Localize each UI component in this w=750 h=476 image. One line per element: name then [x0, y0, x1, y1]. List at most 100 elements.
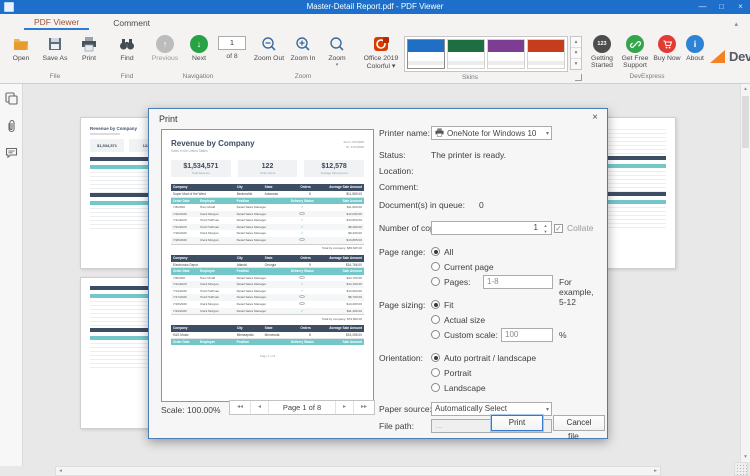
- ribbon-tab-row: PDF Viewer Comment ▴: [0, 14, 750, 30]
- printer-mini-icon: [435, 128, 444, 141]
- preview-detail-row: 7/11/2020Todd HoffmanRetail Sales Manage…: [171, 217, 364, 224]
- page-sizing-label: Page sizing:: [379, 300, 425, 310]
- preview-detail-row: 7/8/2020Harv MuddRetail Sales Manager$14…: [171, 275, 364, 282]
- attachments-icon[interactable]: [5, 119, 17, 135]
- print-button-ribbon[interactable]: Print: [72, 33, 106, 63]
- scroll-left-icon[interactable]: ◂: [56, 467, 65, 475]
- previous-page-icon[interactable]: ◂: [251, 401, 269, 414]
- group-label-skins: Skins: [356, 72, 584, 84]
- vertical-scrollbar[interactable]: ▴ ▾: [740, 84, 750, 462]
- comments-icon[interactable]: [5, 147, 18, 161]
- portrait-radio[interactable]: [431, 368, 440, 377]
- open-folder-icon: [11, 34, 31, 54]
- copies-input[interactable]: 1 ▲▼: [431, 221, 552, 235]
- file-path-browse-icon[interactable]: …: [435, 421, 443, 430]
- printer-name-label: Printer name:: [379, 128, 430, 138]
- last-page-icon[interactable]: ▸▸: [353, 401, 374, 414]
- save-as-button[interactable]: Save As: [38, 33, 72, 63]
- vertical-scroll-thumb[interactable]: [742, 96, 749, 148]
- zoom-dropdown-button[interactable]: Zoom ▾: [320, 33, 354, 70]
- next-button[interactable]: ↓ Next: [182, 33, 216, 63]
- printer-name-combo[interactable]: OneNote for Windows 10 ▾: [431, 126, 552, 140]
- scroll-right-icon[interactable]: ▸: [651, 467, 660, 475]
- preview-date-range: From: 9/7/2020 To: 11/7/2020: [344, 140, 364, 150]
- window-title: Master-Detail Report.pdf - PDF Viewer: [0, 0, 750, 14]
- skin-tile-1[interactable]: [447, 39, 485, 69]
- skin-tile-3[interactable]: [527, 39, 565, 69]
- pages-panel-icon[interactable]: [5, 92, 18, 107]
- page-range-current-radio[interactable]: [431, 262, 440, 271]
- get-free-support-button[interactable]: Get Free Support: [618, 33, 652, 71]
- preview-table: CompanyCityStateOrdersAverage Sale Amoun…: [171, 184, 364, 345]
- skins-dialog-launcher-icon[interactable]: [575, 74, 582, 81]
- cancel-button[interactable]: Cancel: [553, 415, 605, 431]
- printer-combo-dropdown-icon[interactable]: ▾: [546, 128, 549, 140]
- landscape-radio[interactable]: [431, 383, 440, 392]
- paper-source-dropdown-icon[interactable]: ▾: [546, 404, 549, 416]
- preview-company-header: CompanyCityStateOrdersAverage Sale Amoun…: [171, 255, 364, 262]
- tab-comment[interactable]: Comment: [103, 16, 160, 30]
- page-range-label: Page range:: [379, 247, 425, 257]
- gallery-scroll-down-icon[interactable]: ▾: [571, 48, 581, 59]
- app-window: Master-Detail Report.pdf - PDF Viewer — …: [0, 0, 750, 476]
- auto-orientation-radio[interactable]: [431, 353, 440, 362]
- ribbon-group-find: Find Find: [108, 30, 146, 83]
- open-button[interactable]: Open: [4, 33, 38, 63]
- previous-label: Previous: [152, 55, 178, 62]
- previous-up-arrow-icon: ↑: [155, 34, 175, 54]
- dialog-close-icon[interactable]: ×: [592, 112, 598, 123]
- queue-label: Document(s) in queue:: [379, 200, 465, 210]
- first-page-icon[interactable]: ◂◂: [230, 401, 251, 414]
- get-free-support-label: Get Free Support: [618, 55, 652, 70]
- maximize-button[interactable]: □: [712, 0, 731, 14]
- paper-source-combo[interactable]: Automatically Select ▾: [431, 402, 552, 416]
- office-2019-colorful-button[interactable]: Office 2019 Colorful ▾: [358, 33, 404, 72]
- about-button[interactable]: i About: [682, 33, 708, 63]
- next-page-icon[interactable]: ▸: [335, 401, 353, 414]
- page-number-input[interactable]: 1: [218, 36, 246, 50]
- previous-button[interactable]: ↑ Previous: [148, 33, 182, 63]
- getting-started-button[interactable]: 123 Getting Started: [586, 33, 618, 71]
- bg-kpi-value: $1,534,571: [90, 139, 124, 152]
- custom-scale-radio[interactable]: [431, 330, 440, 339]
- page-range-all-radio[interactable]: [431, 247, 440, 256]
- skins-gallery-scrollbar: ▴ ▾ ▾: [570, 36, 582, 70]
- skin-tile-0[interactable]: [407, 39, 445, 69]
- scroll-up-icon[interactable]: ▴: [741, 84, 750, 94]
- buy-now-button[interactable]: Buy Now: [652, 33, 682, 63]
- zoom-in-icon: [293, 34, 313, 54]
- skin-tile-2[interactable]: [487, 39, 525, 69]
- devexpress-logo: DevExpress’: [710, 30, 750, 83]
- percent-label: %: [559, 330, 567, 340]
- gallery-dropdown-icon[interactable]: ▾: [571, 59, 581, 69]
- zoom-out-button[interactable]: Zoom Out: [252, 33, 286, 63]
- collate-checkbox[interactable]: [554, 224, 563, 233]
- getting-started-label: Getting Started: [586, 55, 618, 70]
- scroll-down-icon[interactable]: ▾: [741, 452, 750, 462]
- tab-pdf-viewer[interactable]: PDF Viewer: [24, 15, 89, 30]
- info-icon: i: [685, 34, 705, 54]
- file-path-label: File path:: [379, 421, 414, 431]
- pages-input[interactable]: 1-8: [483, 275, 553, 289]
- custom-scale-input[interactable]: 100: [501, 328, 553, 342]
- comment-label: Comment:: [379, 182, 418, 192]
- page-indicator: Page 1 of 8: [269, 403, 335, 412]
- preview-detail-row: 7/8/2020Harv MuddRetail Sales Manager✓$1…: [171, 204, 364, 211]
- close-button[interactable]: ×: [731, 0, 750, 14]
- print-confirm-button[interactable]: Print: [491, 415, 543, 431]
- page-range-pages-radio[interactable]: [431, 277, 440, 286]
- actual-size-radio[interactable]: [431, 315, 440, 324]
- copies-spinner[interactable]: ▲▼: [541, 223, 550, 234]
- next-down-arrow-icon: ↓: [189, 34, 209, 54]
- find-button[interactable]: Find: [110, 33, 144, 63]
- gallery-scroll-up-icon[interactable]: ▴: [571, 37, 581, 48]
- fit-label: Fit: [444, 300, 453, 310]
- minimize-button[interactable]: —: [693, 0, 712, 14]
- zoom-in-button[interactable]: Zoom In: [286, 33, 320, 63]
- kpi-average-sale: $12,578 Average Sale Amount: [304, 160, 364, 177]
- fit-radio[interactable]: [431, 300, 440, 309]
- preview-total-row: Total by company: $86,625.00: [171, 244, 364, 252]
- ribbon-collapse-icon[interactable]: ▴: [734, 20, 738, 28]
- horizontal-scrollbar[interactable]: ◂ ▸: [55, 466, 661, 476]
- resize-grip[interactable]: [734, 462, 748, 476]
